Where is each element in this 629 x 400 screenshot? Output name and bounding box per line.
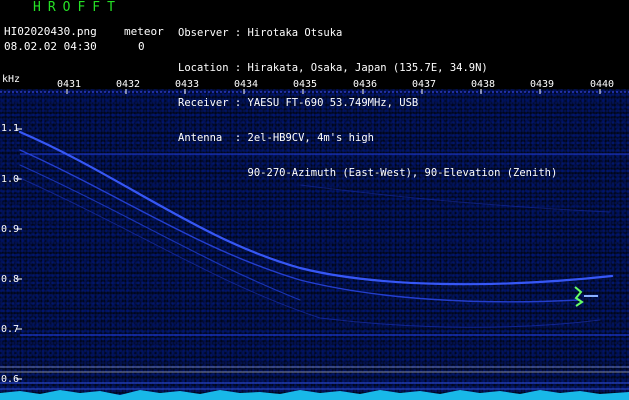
upper-faint-trace (299, 184, 611, 213)
frequency-tick-marks (16, 128, 22, 380)
spectrogram-plot (0, 89, 629, 400)
faint-trace (19, 177, 601, 328)
tertiary-trace (19, 164, 301, 301)
secondary-trace (19, 149, 581, 303)
signal-traces (18, 130, 614, 328)
meteor-echo (574, 286, 598, 307)
noise-floor (0, 390, 629, 400)
hrofft-window: HROFFT HI02020430.png meteor 08.02.02 04… (0, 0, 629, 400)
